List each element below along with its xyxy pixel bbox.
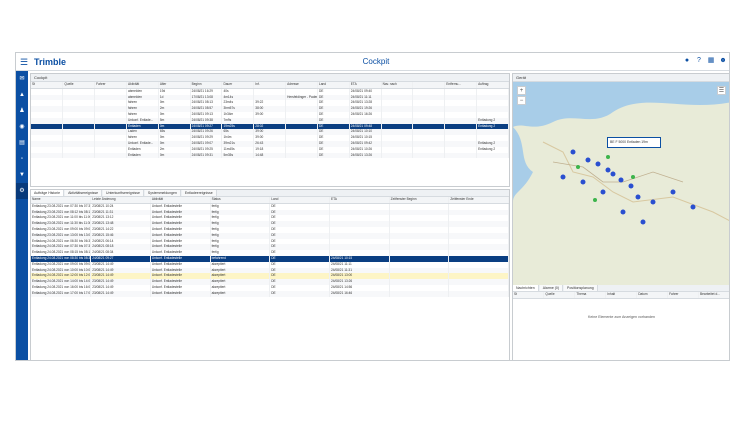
tab-1[interactable]: Alarme (0) (539, 285, 564, 291)
menu-icon[interactable]: ☰ (20, 57, 30, 67)
table-cell: 5m35s (221, 152, 255, 159)
tab-3[interactable]: Systemmeldungen (144, 190, 181, 196)
column-header[interactable]: Thema (574, 292, 607, 299)
table-row[interactable]: Entladen 0m 24/08/21 09:31 5m35s 14:48 DE 24/0… (31, 152, 509, 159)
table-cell: DE (269, 290, 330, 297)
table-cell: Entladen (126, 152, 159, 159)
column-header[interactable]: St (513, 292, 545, 299)
table-cell (412, 152, 446, 159)
map-title: Gerät (516, 75, 527, 80)
table-cell: 14:48 (253, 152, 287, 159)
page-title: Cockpit (362, 57, 390, 66)
layers-icon[interactable]: ☰ (717, 86, 726, 95)
messages-icon[interactable]: ✉ (16, 71, 28, 87)
tab-0[interactable]: Aufträge Historie (31, 190, 65, 196)
table-cell: Entladung 23.08.2021 von 13:00 bis 13:00 (31, 232, 92, 239)
tab-2[interactable]: Unterkunftsereignisse (103, 190, 144, 196)
table-cell: 24/08/21 13:26 (349, 152, 382, 159)
top-bar: ☰ Trimble Cockpit ● ? ▦ ☻ (16, 53, 729, 71)
table-cell (285, 152, 318, 159)
truck-icon[interactable]: ▲ (16, 87, 28, 103)
table-cell: Entladung 24.08.2021 von 17:00 bis 17:00 (31, 290, 92, 297)
tab-0[interactable]: Nachrichten (513, 285, 539, 291)
orders-table: Name Letzte Änderung Aktivität Status Land ET… (31, 197, 509, 297)
table-cell (31, 152, 64, 159)
users-icon[interactable]: ♟ (16, 103, 28, 119)
settings-icon[interactable]: ⚙ (16, 183, 28, 199)
map-view[interactable]: + − ☰ BE F 5000 Entladen 19m (513, 82, 729, 285)
table-cell: 0m (158, 152, 191, 159)
tab-1[interactable]: Aktivitätsereignisse (65, 190, 103, 196)
location-icon[interactable]: ◉ (16, 119, 28, 135)
app-logo: Trimble (34, 57, 67, 67)
expand-icon[interactable]: ▶ (509, 76, 510, 82)
table-cell (444, 152, 478, 159)
table-cell: 24/08/21 09:31 (190, 152, 223, 159)
table-cell (62, 152, 96, 159)
map-svg (513, 82, 729, 285)
column-header[interactable]: Fahrer (667, 292, 700, 299)
zoom-in-button[interactable]: + (517, 86, 526, 95)
messages-table: St Quelle Thema Inhalt Datum Fahrer Bearbeitet… (513, 292, 729, 299)
table-cell: 23/08/21 14:49 (90, 290, 151, 297)
column-header[interactable]: Quelle (543, 292, 576, 299)
map-panel: Gerät ◀▶ (512, 73, 729, 360)
vehicle-popup[interactable]: BE F 5000 Entladen 19m (607, 137, 661, 148)
column-header[interactable]: Bearbeitet d... (698, 292, 729, 299)
table-cell (389, 290, 450, 297)
table-cell: Entladung 24.08.2021 von 09:00 bis 09:00 (31, 261, 92, 268)
table-cell: DE (317, 152, 350, 159)
table-cell: Entladung 23.08.2021 von 09:00 bis 09:00 (31, 226, 92, 233)
column-header[interactable]: Datum (636, 292, 669, 299)
cockpit-table: St Quelle Fahrer Aktivität Alter Beginn Dauer I… (31, 82, 509, 159)
table-cell (381, 152, 414, 159)
table-cell: Unkonf. Entladestelle (150, 290, 211, 297)
table-cell: 24/08/21 16:46 (329, 290, 390, 297)
filter-icon[interactable]: ▼ (16, 167, 28, 183)
table-cell (448, 290, 509, 297)
table-cell (476, 152, 509, 159)
cockpit-panel: Cockpit ⟳⚙▶ StQuelleFahrerAktivitätAlter… (30, 73, 510, 187)
table-row[interactable]: Entladung 24.08.2021 von 17:00 bis 17:00… (31, 290, 509, 297)
table-cell: akzeptiert (210, 290, 271, 297)
table-cell: Entladung 24.08.2021 von 16:00 bis 16:00 (31, 284, 92, 291)
notification-icon[interactable]: ● (683, 57, 691, 65)
column-header[interactable]: Inhalt (605, 292, 638, 299)
empty-message: Keine Elemente zum Anzeigen vorhanden (588, 315, 655, 319)
tab-4[interactable]: Entladeereignisse (181, 190, 217, 196)
app-window: ☰ Trimble Cockpit ● ? ▦ ☻ ✉ ▲ ♟ ◉ ▤ ▫ ▼ … (15, 52, 730, 361)
table-cell: Entladung 24.08.2021 von 08:30 bis 08:30 (31, 255, 92, 262)
table-cell: Hersfeldinger - Paderborn (285, 94, 318, 101)
tab-2[interactable]: Positionsplanung (564, 285, 598, 291)
folder-icon[interactable]: ▫ (16, 151, 28, 167)
orders-panel: Aufträge Historie Aktivitätsereignisse Unt… (30, 189, 510, 360)
chart-icon[interactable]: ▤ (16, 135, 28, 151)
panel-title: Cockpit (34, 75, 48, 80)
refresh-icon[interactable]: ⟳ (509, 76, 510, 82)
table-cell (94, 152, 127, 159)
sidebar: ✉ ▲ ♟ ◉ ▤ ▫ ▼ ⚙ (16, 71, 28, 360)
user-icon[interactable]: ☻ (719, 57, 727, 65)
help-icon[interactable]: ? (695, 57, 703, 65)
apps-grid-icon[interactable]: ▦ (707, 57, 715, 65)
zoom-out-button[interactable]: − (517, 96, 526, 105)
settings-icon[interactable]: ⚙ (509, 76, 510, 82)
table-cell: Entladung 23.08.2021 von 07:30 bis 07:30 (31, 203, 92, 210)
